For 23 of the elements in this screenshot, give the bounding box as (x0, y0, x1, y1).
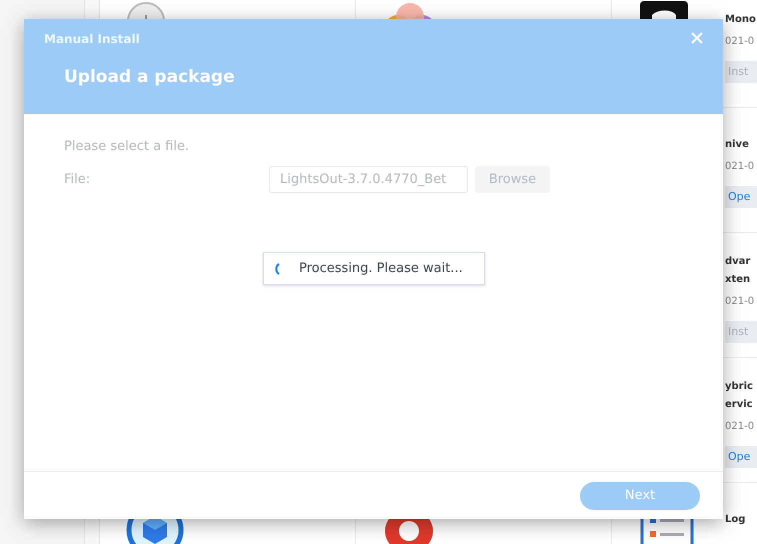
progress-text: Processing. Please wait... (299, 260, 463, 278)
close-icon (691, 32, 703, 44)
window-title: Manual Install (44, 31, 140, 47)
package-title: Mono (725, 13, 757, 27)
close-button[interactable] (689, 30, 705, 46)
package-date: 021-0 (725, 160, 756, 174)
spinner-icon (274, 262, 280, 274)
package-action-button[interactable]: Ope (725, 186, 757, 208)
file-label: File: (64, 170, 92, 189)
package-action-button[interactable]: Ope (725, 446, 757, 468)
dialog-heading: Upload a package (64, 66, 235, 89)
package-action-button[interactable]: Inst (725, 321, 757, 343)
package-title: ybric (725, 380, 754, 394)
package-title: dvar (725, 255, 752, 269)
package-title: nive (725, 138, 750, 152)
package-title: ervic (725, 398, 754, 412)
package-date: 021-0 (725, 295, 756, 309)
package-title: xten (725, 273, 752, 287)
package-date: 021-0 (725, 35, 756, 49)
package-title: Log (725, 513, 746, 527)
package-date: 021-0 (725, 420, 756, 434)
instruction-text: Please select a file. (64, 139, 190, 155)
package-action-button[interactable]: Inst (725, 61, 757, 83)
